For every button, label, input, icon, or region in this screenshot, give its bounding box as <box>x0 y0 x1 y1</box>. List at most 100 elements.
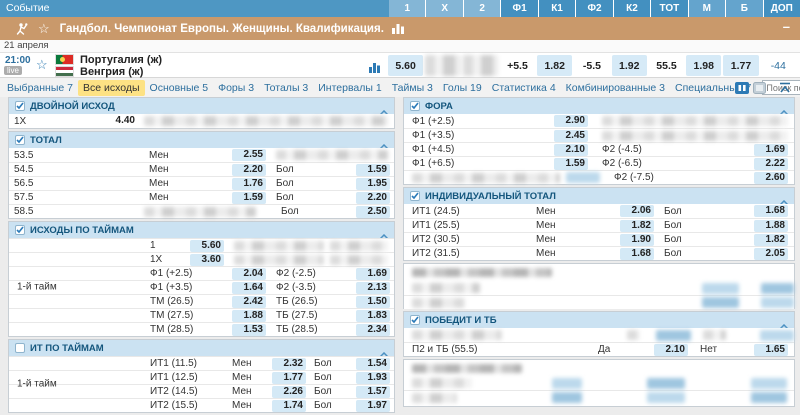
checkbox-checked-icon[interactable] <box>15 225 25 235</box>
market-row: ИТ1 (12.5) Мен 1.77 Бол 1.93 <box>9 370 394 384</box>
odds-cell[interactable]: 2.04 <box>232 268 266 280</box>
odds-cell[interactable]: 1.93 <box>356 372 390 384</box>
checkbox-checked-icon[interactable] <box>15 101 25 111</box>
odds-cell[interactable]: 2.26 <box>272 386 306 398</box>
direction-label: Мен <box>144 192 232 203</box>
market-row: ИТ2 (31.5) Мен 1.68 Бол 2.05 <box>404 246 794 260</box>
tab-halves[interactable]: Таймы 3 <box>387 80 438 96</box>
blurred-cells <box>144 116 388 126</box>
odds-cell[interactable]: 2.06 <box>620 205 654 217</box>
section-win-and-total: ПОБЕДИТ И ТБ П2 и ТБ (55.5) Да 2.10 Нет … <box>403 311 795 357</box>
market-row: ИТ2 (14.5) Мен 2.26 Бол 1.57 <box>9 384 394 398</box>
odds-cell[interactable]: 1.88 <box>754 220 788 232</box>
odds-cell[interactable]: 2.45 <box>554 130 588 142</box>
odds-cell-f2[interactable]: 1.92 <box>612 55 647 76</box>
odds-cell[interactable]: 2.32 <box>272 358 306 370</box>
odds-cell[interactable]: 2.20 <box>356 192 390 204</box>
odds-cell[interactable]: 1.64 <box>232 282 266 294</box>
stats-chart-icon[interactable] <box>392 23 404 34</box>
odds-cell[interactable]: 1.82 <box>754 234 788 246</box>
odds-cell[interactable]: 1.65 <box>754 344 788 356</box>
odds-cell[interactable]: 1.69 <box>754 144 788 156</box>
odds-cell[interactable]: 2.22 <box>754 158 788 170</box>
odds-cell[interactable]: 5.60 <box>190 240 224 252</box>
odds-cell[interactable]: 1.59 <box>356 164 390 176</box>
odds-cell-over[interactable]: 1.77 <box>723 55 758 76</box>
blurred-row <box>404 295 794 309</box>
direction-label: Бол <box>654 220 754 231</box>
odds-cell[interactable]: 1.59 <box>232 192 266 204</box>
section-header[interactable]: ДВОЙНОЙ ИСХОД <box>9 98 394 114</box>
odds-cell[interactable]: 2.13 <box>356 282 390 294</box>
odds-cell[interactable]: 2.20 <box>232 164 266 176</box>
checkbox-unchecked-icon[interactable] <box>15 343 25 353</box>
more-markets-count[interactable]: -44 <box>761 55 796 76</box>
section-header[interactable]: ИТ ПО ТАЙМАМ <box>9 340 394 356</box>
odds-cell[interactable]: 3.60 <box>190 254 224 266</box>
odds-cell[interactable]: 2.90 <box>554 115 588 127</box>
odds-cell[interactable]: 1.69 <box>356 268 390 280</box>
section-header[interactable]: ФОРА <box>404 98 794 114</box>
odds-cell[interactable]: 1.97 <box>356 400 390 412</box>
tab-selected-bets[interactable]: Выбранные 7 <box>2 80 78 96</box>
section-header[interactable]: ИСХОДЫ ПО ТАЙМАМ <box>9 222 394 238</box>
odds-cell-f1[interactable]: 1.82 <box>537 55 572 76</box>
odds-cell[interactable]: 1.50 <box>356 296 390 308</box>
tab-intervals[interactable]: Интервалы 1 <box>313 80 386 96</box>
checkbox-checked-icon[interactable] <box>410 191 420 201</box>
checkbox-checked-icon[interactable] <box>15 135 25 145</box>
market-row: Ф1 (+2.5) 2.90 <box>404 114 794 128</box>
odds-cell[interactable]: 2.60 <box>754 172 788 184</box>
odds-cell[interactable]: 1.90 <box>620 234 654 246</box>
tab-handicaps[interactable]: Форы 3 <box>213 80 259 96</box>
tab-totals[interactable]: Тоталы 3 <box>259 80 313 96</box>
match-teams[interactable]: Португалия (ж) Венгрия (ж) <box>80 54 162 78</box>
odds-cell-w1[interactable]: 5.60 <box>388 55 423 76</box>
odds-cell[interactable]: 1.54 <box>356 358 390 370</box>
yes-label: Да <box>598 344 654 355</box>
odds-cell[interactable]: 1.57 <box>356 386 390 398</box>
odds-cell[interactable]: 1.95 <box>356 178 390 190</box>
outcome-label: 1 <box>145 240 190 251</box>
tab-main[interactable]: Основные 5 <box>145 80 214 96</box>
odds-cell[interactable]: 1.59 <box>554 158 588 170</box>
section-title: ИСХОДЫ ПО ТАЙМАМ <box>30 225 134 236</box>
checkbox-checked-icon[interactable] <box>410 315 420 325</box>
odds-cell[interactable]: 4.40 <box>104 115 138 127</box>
line-label: 54.5 <box>9 164 144 175</box>
tab-all-markets[interactable]: Все исходы <box>78 80 145 96</box>
tab-combined[interactable]: Комбинированные 3 <box>561 80 670 96</box>
odds-cell[interactable]: 2.55 <box>232 149 266 161</box>
odds-cell[interactable]: 1.88 <box>232 310 266 322</box>
tab-statistics[interactable]: Статистика 4 <box>487 80 561 96</box>
odds-cell[interactable]: 2.50 <box>356 206 390 218</box>
blurred-cells <box>602 116 788 126</box>
section-header[interactable]: ИНДИВИДУАЛЬНЫЙ ТОТАЛ <box>404 188 794 204</box>
match-stats-icon[interactable] <box>369 60 380 78</box>
odds-cell[interactable]: 2.42 <box>232 296 266 308</box>
outcome-label: П2 и ТБ (55.5) <box>404 344 598 355</box>
odds-cell-w2-blurred[interactable] <box>463 55 498 76</box>
section-header[interactable]: ПОБЕДИТ И ТБ <box>404 312 794 328</box>
odds-cell[interactable]: 1.82 <box>620 220 654 232</box>
odds-cell-under[interactable]: 1.98 <box>686 55 721 76</box>
odds-cell[interactable]: 1.83 <box>356 310 390 322</box>
checkbox-checked-icon[interactable] <box>410 101 420 111</box>
odds-cell[interactable]: 2.05 <box>754 248 788 260</box>
tab-goals[interactable]: Голы 19 <box>438 80 487 96</box>
odds-cell[interactable]: 1.53 <box>232 324 266 336</box>
section-header[interactable]: ТОТАЛ <box>9 132 394 148</box>
odds-cell[interactable]: 2.10 <box>654 344 688 356</box>
match-star-icon[interactable]: ☆ <box>36 57 48 73</box>
odds-cell-x-blurred[interactable] <box>425 55 460 76</box>
odds-cell[interactable]: 2.10 <box>554 144 588 156</box>
odds-cell[interactable]: 1.68 <box>620 248 654 260</box>
favorite-star-icon[interactable]: ☆ <box>38 21 50 37</box>
odds-cell[interactable]: 1.76 <box>232 178 266 190</box>
collapse-league-icon[interactable]: – <box>783 19 790 34</box>
odds-cell[interactable]: 1.74 <box>272 400 306 412</box>
odds-cell[interactable]: 1.77 <box>272 372 306 384</box>
odds-cell[interactable]: 1.68 <box>754 205 788 217</box>
odds-cell[interactable]: 2.34 <box>356 324 390 336</box>
market-row: ИТ1 (24.5) Мен 2.06 Бол 1.68 <box>404 204 794 218</box>
